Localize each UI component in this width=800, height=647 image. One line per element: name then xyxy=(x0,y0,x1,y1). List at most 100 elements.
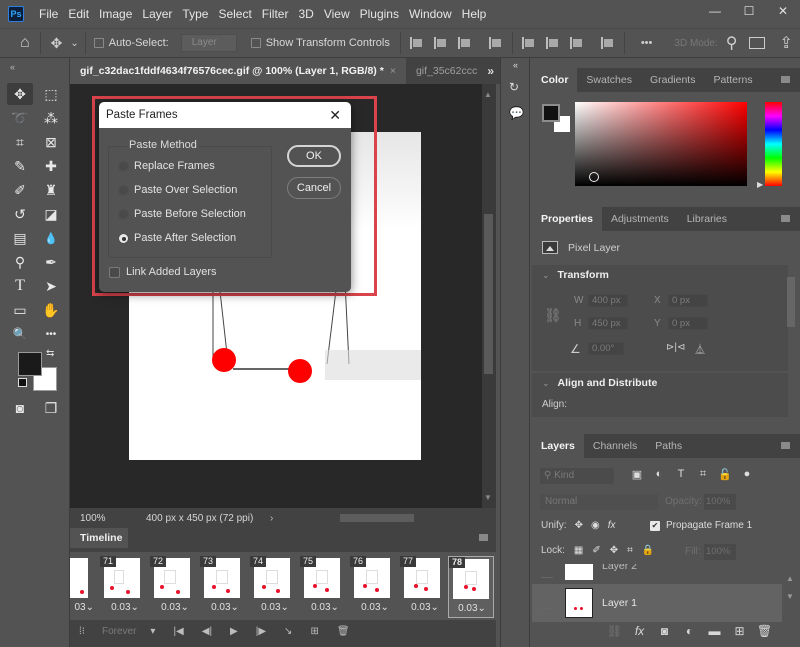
align-right-icon[interactable] xyxy=(457,36,472,50)
zoom-tool[interactable]: 🔍 xyxy=(7,323,33,345)
loop-dropdown-arrow-icon[interactable]: ▾ xyxy=(150,626,155,637)
stamp-tool[interactable]: ♜ xyxy=(38,179,64,201)
foreground-color-swatch[interactable] xyxy=(18,352,42,376)
transform-header[interactable]: ⌄ Transform xyxy=(542,265,609,285)
gradient-tool[interactable]: ▤ xyxy=(7,227,33,249)
first-frame-icon[interactable]: |◀ xyxy=(173,626,183,637)
propagate-frame-row[interactable]: ✔ Propagate Frame 1 xyxy=(650,520,752,531)
radio-paste-after-selection[interactable]: Paste After Selection xyxy=(118,232,236,244)
convert-timeline-icon[interactable]: ⁞⁝ xyxy=(79,626,85,637)
filter-shape-icon[interactable]: ⌗ xyxy=(692,468,714,481)
lock-artboard-icon[interactable]: ⌗ xyxy=(627,545,633,556)
tab-patterns[interactable]: Patterns xyxy=(704,68,761,92)
timeline-frame[interactable]: 75 0.03⌄ xyxy=(300,556,350,618)
dodge-tool[interactable]: ⚲ xyxy=(7,251,33,273)
lasso-tool[interactable]: ➰ xyxy=(7,107,33,129)
show-transform-checkbox[interactable] xyxy=(250,38,261,48)
path-selection-tool[interactable]: ➤ xyxy=(38,275,64,297)
timeline-frame[interactable]: 72 0.03⌄ xyxy=(150,556,200,618)
marquee-tool[interactable]: ⬚ xyxy=(38,83,64,105)
frame-delay[interactable]: 0.03⌄ xyxy=(350,602,400,613)
menu-select[interactable]: Select xyxy=(213,0,256,28)
filter-adjustment-icon[interactable]: ◐ xyxy=(648,468,670,481)
timeline-frame[interactable]: 03⌄ xyxy=(70,556,98,618)
close-window-button[interactable]: ✕ xyxy=(766,0,800,22)
move-tool[interactable]: ✥ xyxy=(7,83,33,105)
previous-frame-icon[interactable]: ◀| xyxy=(202,626,212,637)
align-vertical-center-icon[interactable] xyxy=(545,36,560,50)
share-icon[interactable]: ⇪ xyxy=(773,33,798,53)
more-tabs-icon[interactable]: » xyxy=(487,58,494,84)
magic-wand-tool[interactable]: ⁂ xyxy=(38,107,64,129)
foreground-color-swatch[interactable] xyxy=(542,104,560,122)
frame-delay[interactable]: 0.03⌄ xyxy=(300,602,350,613)
tab-layers[interactable]: Layers xyxy=(532,434,584,458)
visibility-toggle[interactable] xyxy=(541,597,553,609)
filter-type-icon[interactable]: T xyxy=(670,468,692,481)
link-dimensions-icon[interactable]: ⛓ xyxy=(544,307,562,324)
align-bottom-icon[interactable] xyxy=(569,36,584,50)
close-tab-icon[interactable]: × xyxy=(390,65,396,77)
frame-delay[interactable]: 0.03⌄ xyxy=(250,602,300,613)
zoom-level[interactable]: 100% xyxy=(70,513,120,524)
frame-delay[interactable]: 0.03⌄ xyxy=(200,602,250,613)
next-frame-icon[interactable]: |▶ xyxy=(256,626,266,637)
unify-position-icon[interactable]: ✥ xyxy=(575,520,583,531)
ok-button[interactable]: OK xyxy=(287,145,341,167)
filter-toggle-icon[interactable]: ● xyxy=(736,468,758,481)
unify-visibility-icon[interactable]: ◉ xyxy=(591,520,600,531)
tab-adjustments[interactable]: Adjustments xyxy=(602,207,678,231)
pen-tool[interactable]: ✒ xyxy=(38,251,64,273)
unify-style-icon[interactable]: fx xyxy=(608,520,616,531)
tab-other-document[interactable]: gif_35c62ccc xyxy=(406,58,478,84)
x-field[interactable]: 0 px xyxy=(668,294,708,307)
lock-position-icon[interactable]: ✥ xyxy=(610,545,618,556)
layer-row-selected[interactable]: Layer 1 xyxy=(532,584,782,622)
blend-mode-dropdown[interactable]: Normal xyxy=(540,494,658,510)
panel-menu-icon[interactable] xyxy=(781,442,790,449)
add-style-icon[interactable]: fx xyxy=(627,624,652,638)
new-layer-icon[interactable]: ⊞ xyxy=(727,624,752,638)
comments-icon[interactable]: 💬 xyxy=(509,106,524,120)
tool-preset-chevron-icon[interactable]: ⌄ xyxy=(68,38,80,49)
delete-frame-icon[interactable]: 🗑 xyxy=(337,626,350,637)
menu-layer[interactable]: Layer xyxy=(137,0,177,28)
frame-tool[interactable]: ⊠ xyxy=(38,131,64,153)
tab-properties[interactable]: Properties xyxy=(532,207,602,231)
layer-row[interactable]: Layer 2 xyxy=(532,564,782,580)
tab-color[interactable]: Color xyxy=(532,68,578,92)
scrollbar-thumb[interactable] xyxy=(787,277,795,327)
filter-smart-object-icon[interactable]: 🔓 xyxy=(714,468,736,481)
radio-button-selected[interactable] xyxy=(118,232,129,244)
align-left-icon[interactable] xyxy=(409,36,424,50)
history-icon[interactable]: ↻ xyxy=(509,80,519,94)
y-field[interactable]: 0 px xyxy=(668,317,708,330)
menu-help[interactable]: Help xyxy=(457,0,492,28)
tab-channels[interactable]: Channels xyxy=(584,434,646,458)
collapse-icon[interactable]: « xyxy=(513,60,518,70)
timeline-frame[interactable]: 71 0.03⌄ xyxy=(100,556,150,618)
lock-transparent-icon[interactable]: ▦ xyxy=(574,545,583,556)
menu-file[interactable]: File xyxy=(34,0,63,28)
more-tools[interactable]: ••• xyxy=(38,323,64,345)
new-group-icon[interactable]: ▬ xyxy=(702,624,727,638)
flip-horizontal-icon[interactable]: ⊳|⊲ xyxy=(666,342,685,353)
layers-scrollbar[interactable]: ▲ ▼ xyxy=(786,574,796,624)
type-tool[interactable]: T xyxy=(7,275,33,297)
panel-menu-icon[interactable] xyxy=(479,534,488,541)
blur-tool[interactable]: 💧 xyxy=(38,227,64,249)
timeline-frame[interactable]: 73 0.03⌄ xyxy=(200,556,250,618)
auto-select-dropdown[interactable]: Layer xyxy=(180,34,237,52)
radio-button[interactable] xyxy=(118,184,129,196)
radio-replace-frames[interactable]: Replace Frames xyxy=(118,160,215,172)
align-top-icon[interactable] xyxy=(521,36,536,50)
link-added-layers-row[interactable]: Link Added Layers xyxy=(109,266,217,278)
vertical-scrollbar[interactable]: ▲ ▼ xyxy=(482,84,496,508)
swap-colors-icon[interactable]: ⇆ xyxy=(46,348,54,359)
align-distribute-header[interactable]: ⌄ Align and Distribute xyxy=(542,373,657,393)
align-horizontal-center-icon[interactable] xyxy=(433,36,448,50)
close-icon[interactable]: ✕ xyxy=(329,102,341,128)
eyedropper-tool[interactable]: ✎ xyxy=(7,155,33,177)
visibility-toggle[interactable] xyxy=(541,566,553,578)
radio-paste-over-selection[interactable]: Paste Over Selection xyxy=(118,184,237,196)
